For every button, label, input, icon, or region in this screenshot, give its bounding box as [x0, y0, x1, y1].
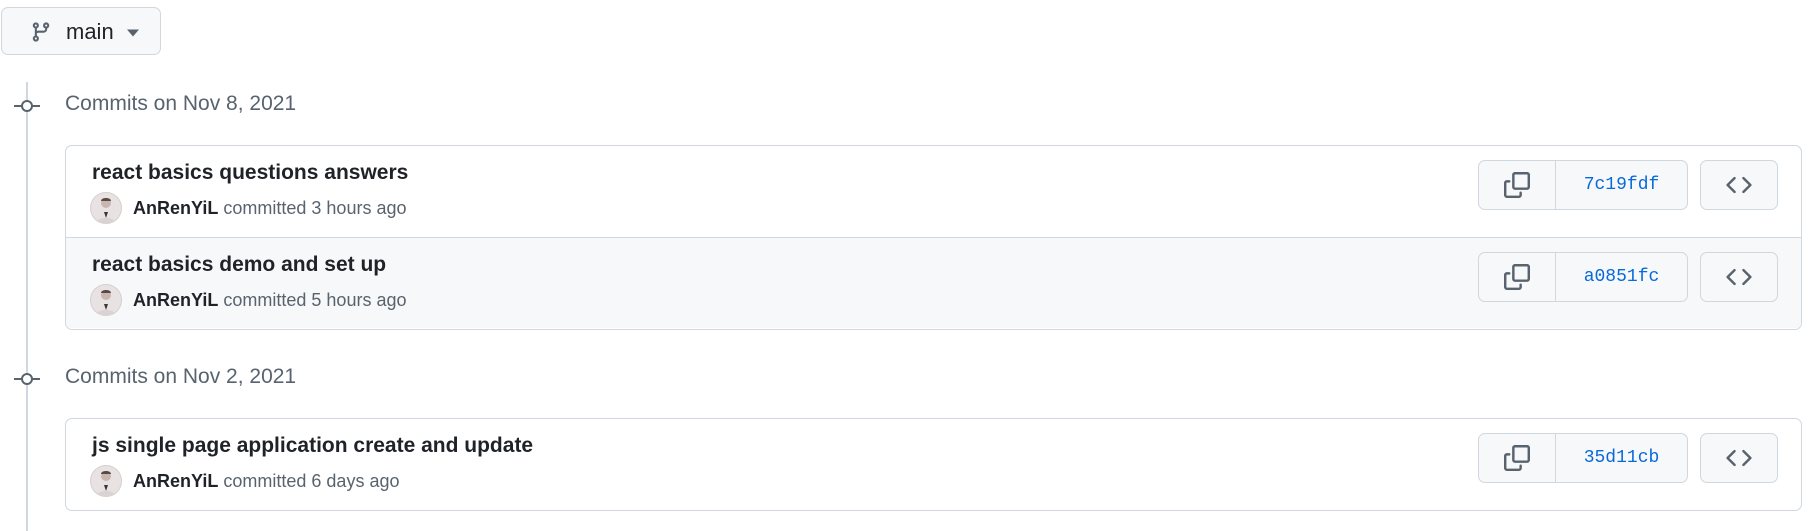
copy-icon [1504, 445, 1530, 471]
branch-select-button[interactable]: main [1, 7, 161, 55]
commit-byline: AnRenYiL committed 5 hours ago [133, 289, 406, 311]
commit-node-icon [14, 373, 40, 385]
commit-time: 3 hours ago [311, 198, 407, 218]
browse-repo-button[interactable] [1700, 252, 1778, 302]
commit-action: committed [223, 290, 307, 310]
commit-list: react basics questions answers AnRenYiL … [65, 145, 1802, 330]
commit-title-link[interactable]: react basics demo and set up [92, 252, 386, 278]
author-link[interactable]: AnRenYiL [133, 198, 218, 218]
commit-sha-link[interactable]: a0851fc [1556, 253, 1687, 301]
avatar[interactable] [90, 192, 122, 224]
author-link[interactable]: AnRenYiL [133, 471, 218, 491]
commit-time: 5 hours ago [311, 290, 407, 310]
code-icon [1726, 176, 1752, 194]
code-icon [1726, 449, 1752, 467]
browse-repo-button[interactable] [1700, 160, 1778, 210]
avatar[interactable] [90, 465, 122, 497]
commit-sha-group: 7c19fdf [1478, 160, 1688, 210]
avatar-image [96, 198, 116, 224]
commit-time: 6 days ago [311, 471, 400, 491]
commit-row: js single page application create and up… [66, 419, 1801, 510]
copy-sha-button[interactable] [1479, 434, 1556, 482]
commit-list: js single page application create and up… [65, 418, 1802, 511]
commit-row: react basics demo and set up AnRenYiL co… [66, 237, 1801, 328]
commit-action: committed [223, 198, 307, 218]
browse-repo-button[interactable] [1700, 433, 1778, 483]
triangle-down-icon [127, 29, 139, 37]
commit-sha-group: a0851fc [1478, 252, 1688, 302]
commit-sha-group: 35d11cb [1478, 433, 1688, 483]
commit-byline: AnRenYiL committed 3 hours ago [133, 197, 406, 219]
commit-sha-link[interactable]: 35d11cb [1556, 434, 1687, 482]
commit-title-link[interactable]: js single page application create and up… [92, 433, 533, 459]
copy-icon [1504, 172, 1530, 198]
avatar-image [96, 290, 116, 316]
commit-title-link[interactable]: react basics questions answers [92, 160, 408, 186]
copy-icon [1504, 264, 1530, 290]
branch-name: main [66, 19, 114, 44]
commit-row: react basics questions answers AnRenYiL … [66, 146, 1801, 237]
copy-sha-button[interactable] [1479, 161, 1556, 209]
code-icon [1726, 268, 1752, 286]
commit-history-page: main Commits on Nov 8, 2021 react basics… [0, 0, 1811, 531]
commit-byline: AnRenYiL committed 6 days ago [133, 470, 399, 492]
commit-action: committed [223, 471, 307, 491]
author-link[interactable]: AnRenYiL [133, 290, 218, 310]
commit-group-heading: Commits on Nov 2, 2021 [65, 365, 297, 388]
avatar[interactable] [90, 284, 122, 316]
timeline-line [26, 82, 28, 531]
commit-node-icon [14, 100, 40, 112]
commit-sha-link[interactable]: 7c19fdf [1556, 161, 1687, 209]
avatar-image [96, 471, 116, 497]
copy-sha-button[interactable] [1479, 253, 1556, 301]
git-branch-icon [32, 22, 50, 42]
commit-group-heading: Commits on Nov 8, 2021 [65, 92, 297, 115]
